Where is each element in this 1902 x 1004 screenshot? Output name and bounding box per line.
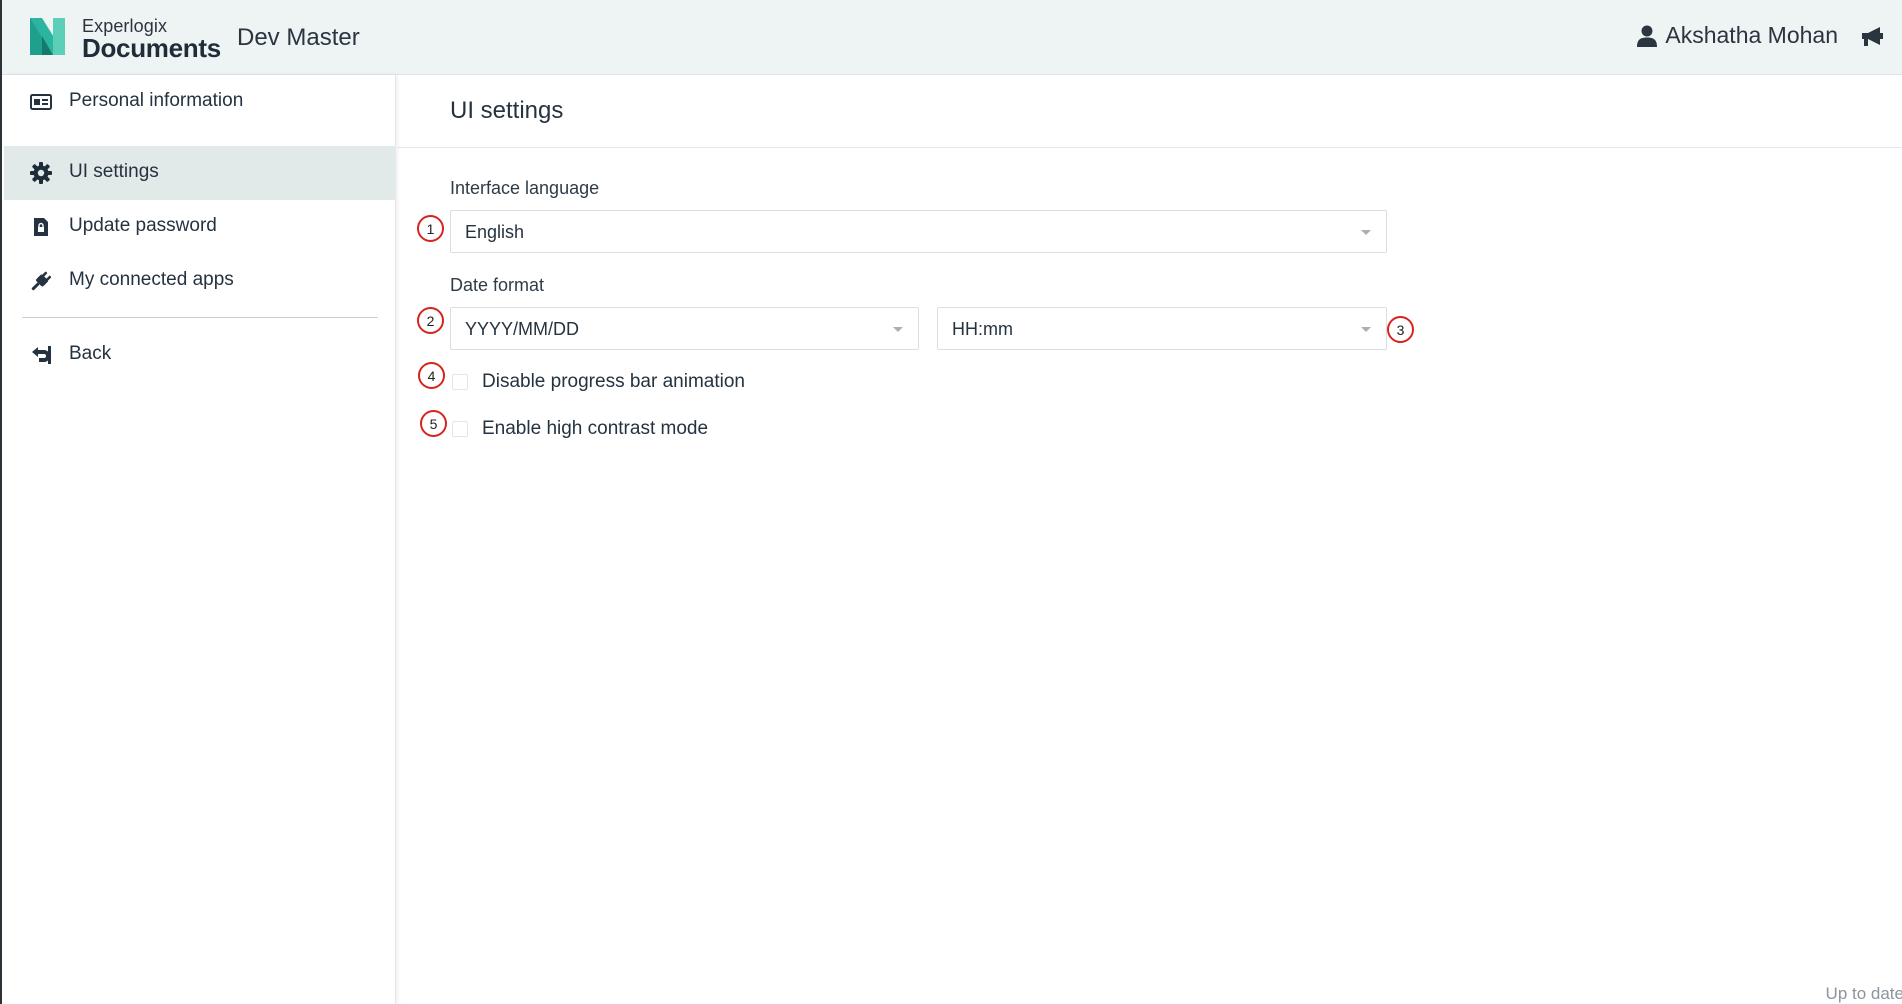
user-name: Akshatha Mohan bbox=[1665, 22, 1838, 48]
date-format-value: YYYY/MM/DD bbox=[465, 319, 580, 339]
sidebar-item-back[interactable]: Back bbox=[4, 328, 396, 382]
chevron-down-icon bbox=[893, 327, 903, 332]
disable-progress-animation-option[interactable]: Disable progress bar animation bbox=[452, 371, 745, 393]
high-contrast-mode-option[interactable]: Enable high contrast mode bbox=[452, 418, 708, 440]
id-card-icon bbox=[29, 90, 53, 114]
sidebar-item-label: UI settings bbox=[69, 161, 159, 182]
disable-progress-animation-checkbox[interactable] bbox=[452, 374, 468, 390]
sidebar-item-update-password[interactable]: Update password bbox=[4, 200, 396, 254]
brand-name-bottom: Documents bbox=[82, 33, 221, 63]
sidebar-item-personal-information[interactable]: Personal information bbox=[4, 75, 396, 129]
chevron-down-icon bbox=[1361, 230, 1371, 235]
interface-language-label: Interface language bbox=[450, 178, 600, 198]
disable-progress-animation-label: Disable progress bar animation bbox=[482, 371, 745, 392]
date-format-label: Date format bbox=[450, 275, 545, 295]
annotation-marker-2: 2 bbox=[417, 307, 444, 334]
page-title: UI settings bbox=[450, 97, 564, 124]
sidebar-item-label: Update password bbox=[69, 215, 217, 236]
app-window: Experlogix Documents Dev Master Akshatha… bbox=[0, 0, 1902, 1004]
back-arrow-icon bbox=[29, 343, 53, 367]
user-icon bbox=[1637, 25, 1658, 47]
experlogix-logo-icon bbox=[30, 18, 65, 55]
annotation-marker-1: 1 bbox=[417, 215, 444, 242]
interface-language-select[interactable]: English bbox=[450, 210, 1387, 253]
sidebar-item-label: My connected apps bbox=[69, 269, 234, 290]
sidebar-item-ui-settings[interactable]: UI settings bbox=[4, 146, 396, 200]
sync-status: Up to date bbox=[1825, 984, 1902, 1003]
time-format-value: HH:mm bbox=[952, 319, 1013, 339]
sidebar-item-label: Personal information bbox=[69, 90, 244, 111]
annotation-marker-4: 4 bbox=[418, 362, 445, 389]
environment-name: Dev Master bbox=[237, 24, 360, 51]
main-content: UI settings Interface language English 1… bbox=[397, 75, 1902, 1004]
sidebar-item-my-connected-apps[interactable]: My connected apps bbox=[4, 254, 396, 308]
gear-icon bbox=[29, 161, 53, 185]
top-header: Experlogix Documents Dev Master Akshatha… bbox=[2, 0, 1902, 75]
page-title-bar: UI settings bbox=[397, 75, 1902, 148]
time-format-select[interactable]: HH:mm bbox=[937, 307, 1387, 350]
chevron-down-icon bbox=[1361, 327, 1371, 332]
interface-language-value: English bbox=[465, 222, 525, 242]
lock-file-icon bbox=[29, 215, 53, 239]
plug-icon bbox=[29, 269, 53, 293]
high-contrast-mode-label: Enable high contrast mode bbox=[482, 418, 709, 439]
high-contrast-mode-checkbox[interactable] bbox=[452, 421, 468, 437]
megaphone-icon[interactable] bbox=[1860, 26, 1884, 48]
date-format-select[interactable]: YYYY/MM/DD bbox=[450, 307, 919, 350]
sidebar-divider bbox=[22, 317, 378, 318]
sidebar: Personal information UI settings Update … bbox=[4, 75, 396, 1004]
user-menu[interactable]: Akshatha Mohan bbox=[1637, 22, 1838, 49]
annotation-marker-5: 5 bbox=[420, 410, 447, 437]
back-label: Back bbox=[69, 343, 112, 364]
annotation-marker-3: 3 bbox=[1387, 316, 1414, 343]
